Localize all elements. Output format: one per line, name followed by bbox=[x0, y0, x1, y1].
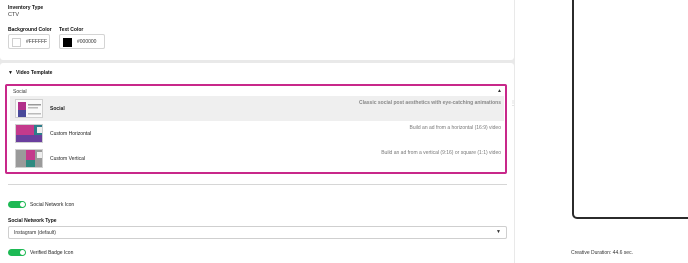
text-color-picker[interactable]: #000000 bbox=[59, 34, 105, 49]
inventory-card: Inventory Type CTV Background Color #FFF… bbox=[0, 0, 514, 60]
text-color-label: Text Color bbox=[59, 27, 84, 33]
social-network-icon-label: Social Network Icon bbox=[30, 202, 75, 208]
caret-up-icon: ▲ bbox=[497, 88, 502, 94]
template-option-name: Social bbox=[50, 106, 65, 112]
creative-duration: Creative Duration: 44.6 sec. bbox=[571, 250, 633, 256]
background-color-hex[interactable]: #FFFFFF bbox=[26, 39, 47, 45]
background-color-swatch[interactable] bbox=[12, 38, 21, 47]
section-divider bbox=[8, 184, 507, 185]
custom-vertical-thumbnail bbox=[15, 149, 43, 168]
custom-horizontal-thumbnail bbox=[15, 124, 43, 143]
social-network-icon-toggle[interactable] bbox=[8, 201, 26, 208]
caret-down-icon: ▼ bbox=[496, 229, 501, 235]
social-thumbnail bbox=[15, 99, 43, 118]
template-option-description: Build an ad from a vertical (9:16) or sq… bbox=[381, 150, 501, 156]
creative-preview-frame bbox=[572, 0, 688, 219]
inventory-type-value: CTV bbox=[8, 12, 19, 18]
template-option-social[interactable]: Social Classic social post aesthetics wi… bbox=[10, 96, 504, 121]
verified-badge-toggle[interactable] bbox=[8, 249, 26, 256]
caret-down-icon: ▼ bbox=[8, 70, 13, 76]
background-color-label: Background Color bbox=[8, 27, 52, 33]
template-option-name: Custom Horizontal bbox=[50, 131, 92, 137]
social-network-type-value: Instagram (default) bbox=[14, 230, 56, 236]
social-network-type-select[interactable]: Instagram (default) ▼ bbox=[8, 226, 507, 239]
video-template-dropdown[interactable]: Social ▲ Social Classic social post aest… bbox=[5, 84, 507, 174]
template-option-name: Custom Vertical bbox=[50, 156, 86, 162]
template-option-custom-horizontal[interactable]: Custom Horizontal Build an ad from a hor… bbox=[10, 121, 504, 146]
template-option-description: Classic social post aesthetics with eye-… bbox=[359, 100, 501, 106]
video-template-section-toggle[interactable]: ▼ Video Template bbox=[8, 70, 52, 76]
template-option-description: Build an ad from a horizontal (16:9) vid… bbox=[409, 125, 501, 131]
video-template-title: Video Template bbox=[15, 70, 53, 76]
social-network-type-label: Social Network Type bbox=[8, 218, 57, 224]
video-template-select[interactable]: Social ▲ bbox=[10, 88, 504, 96]
video-template-selected-value: Social bbox=[13, 89, 27, 95]
template-option-custom-vertical[interactable]: Custom Vertical Build an ad from a verti… bbox=[10, 146, 504, 171]
settings-panel: Inventory Type CTV Background Color #FFF… bbox=[0, 0, 515, 263]
text-color-hex[interactable]: #000000 bbox=[77, 39, 96, 45]
inventory-type-label: Inventory Type bbox=[8, 5, 44, 11]
verified-badge-label: Verified Badge Icon bbox=[30, 250, 74, 256]
background-color-picker[interactable]: #FFFFFF bbox=[8, 34, 50, 49]
text-color-swatch[interactable] bbox=[63, 38, 72, 47]
